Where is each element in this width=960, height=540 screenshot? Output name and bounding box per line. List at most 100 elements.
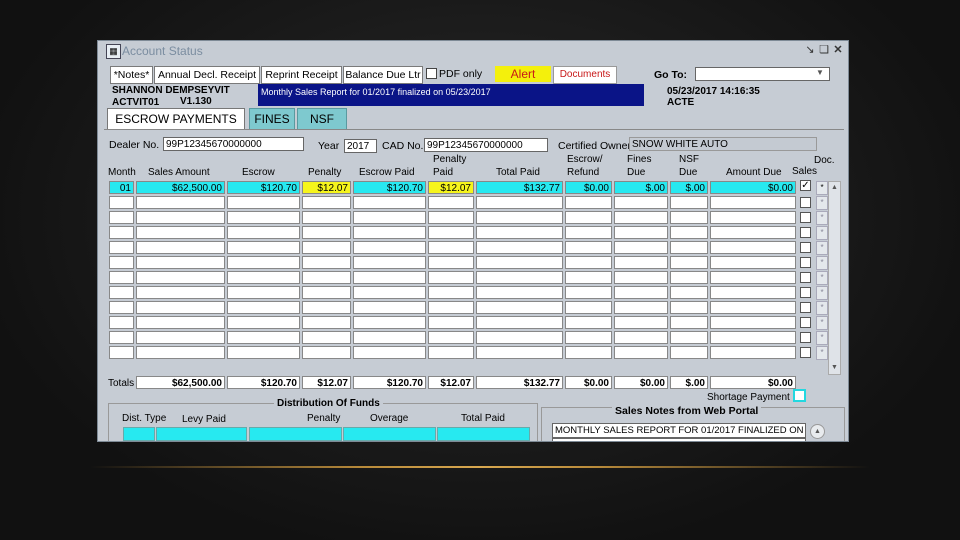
empty-cell[interactable] <box>109 331 134 344</box>
empty-cell[interactable] <box>227 211 300 224</box>
empty-cell[interactable] <box>227 226 300 239</box>
pdf-only-checkbox[interactable] <box>426 68 437 79</box>
empty-cell[interactable] <box>136 271 225 284</box>
cell-nsf-due[interactable]: $.00 <box>670 181 708 194</box>
empty-cell[interactable] <box>227 301 300 314</box>
empty-cell[interactable] <box>670 271 708 284</box>
empty-cell[interactable] <box>670 286 708 299</box>
empty-cell[interactable] <box>136 256 225 269</box>
empty-cell[interactable] <box>353 346 426 359</box>
empty-cell[interactable] <box>476 316 563 329</box>
doc-button[interactable]: * <box>816 211 828 225</box>
empty-cell[interactable] <box>670 226 708 239</box>
empty-cell[interactable] <box>614 256 668 269</box>
empty-cell[interactable] <box>614 226 668 239</box>
empty-cell[interactable] <box>565 256 612 269</box>
empty-cell[interactable] <box>428 346 474 359</box>
empty-cell[interactable] <box>710 316 796 329</box>
empty-cell[interactable] <box>136 346 225 359</box>
balance-due-button[interactable]: Balance Due Ltr <box>343 66 423 84</box>
empty-cell[interactable] <box>109 286 134 299</box>
sales-checkbox[interactable] <box>800 317 811 328</box>
empty-cell[interactable] <box>109 226 134 239</box>
empty-cell[interactable] <box>614 331 668 344</box>
sales-checkbox-checked[interactable]: ✓ <box>800 180 811 191</box>
alert-button[interactable]: Alert <box>495 66 551 82</box>
reprint-receipt-button[interactable]: Reprint Receipt <box>261 66 342 84</box>
empty-cell[interactable] <box>565 196 612 209</box>
empty-cell[interactable] <box>710 331 796 344</box>
empty-cell[interactable] <box>109 271 134 284</box>
empty-cell[interactable] <box>302 241 351 254</box>
empty-cell[interactable] <box>670 346 708 359</box>
sales-checkbox[interactable] <box>800 272 811 283</box>
empty-cell[interactable] <box>353 301 426 314</box>
empty-cell[interactable] <box>109 346 134 359</box>
notes-button[interactable]: *Notes* <box>110 66 153 84</box>
empty-cell[interactable] <box>227 271 300 284</box>
empty-cell[interactable] <box>476 256 563 269</box>
doc-button[interactable]: * <box>816 256 828 270</box>
tab-nsf[interactable]: NSF <box>297 108 347 131</box>
cell-escrow[interactable]: $120.70 <box>227 181 300 194</box>
empty-cell[interactable] <box>670 196 708 209</box>
empty-cell[interactable] <box>136 316 225 329</box>
empty-cell[interactable] <box>136 226 225 239</box>
empty-cell[interactable] <box>710 226 796 239</box>
empty-cell[interactable] <box>302 271 351 284</box>
cell-fines-due[interactable]: $.00 <box>614 181 668 194</box>
empty-cell[interactable] <box>353 226 426 239</box>
doc-button[interactable]: * <box>816 196 828 210</box>
empty-cell[interactable] <box>353 331 426 344</box>
table-scrollbar[interactable]: ▲ ▼ <box>828 181 841 375</box>
empty-cell[interactable] <box>614 196 668 209</box>
tab-escrow-payments[interactable]: ESCROW PAYMENTS <box>107 108 245 130</box>
cell-total-paid[interactable]: $132.77 <box>476 181 563 194</box>
empty-cell[interactable] <box>476 331 563 344</box>
empty-cell[interactable] <box>302 346 351 359</box>
empty-cell[interactable] <box>565 271 612 284</box>
empty-cell[interactable] <box>227 256 300 269</box>
sales-checkbox[interactable] <box>800 197 811 208</box>
empty-cell[interactable] <box>353 271 426 284</box>
empty-cell[interactable] <box>353 316 426 329</box>
cad-no-field[interactable]: 99P12345670000000 <box>424 138 548 152</box>
empty-cell[interactable] <box>109 241 134 254</box>
doc-button[interactable]: * <box>816 226 828 240</box>
empty-cell[interactable] <box>227 331 300 344</box>
empty-cell[interactable] <box>227 316 300 329</box>
empty-cell[interactable] <box>614 316 668 329</box>
sales-checkbox[interactable] <box>800 227 811 238</box>
empty-cell[interactable] <box>710 241 796 254</box>
empty-cell[interactable] <box>109 301 134 314</box>
empty-cell[interactable] <box>227 346 300 359</box>
tab-fines[interactable]: FINES <box>249 108 295 131</box>
empty-cell[interactable] <box>109 211 134 224</box>
cell-month[interactable]: 01 <box>109 181 134 194</box>
empty-cell[interactable] <box>353 241 426 254</box>
empty-cell[interactable] <box>109 196 134 209</box>
empty-cell[interactable] <box>476 286 563 299</box>
chevron-down-icon[interactable]: ▼ <box>816 68 824 77</box>
cell-amount-due[interactable]: $0.00 <box>710 181 796 194</box>
doc-button[interactable]: * <box>816 346 828 360</box>
cell-penalty[interactable]: $12.07 <box>302 181 351 194</box>
scroll-up-icon[interactable]: ▲ <box>829 182 840 193</box>
doc-button[interactable]: * <box>816 271 828 285</box>
empty-cell[interactable] <box>710 301 796 314</box>
empty-cell[interactable] <box>302 286 351 299</box>
dist-penalty-field[interactable] <box>249 427 342 441</box>
sales-checkbox[interactable] <box>800 212 811 223</box>
empty-cell[interactable] <box>302 331 351 344</box>
empty-cell[interactable] <box>710 346 796 359</box>
empty-cell[interactable] <box>428 196 474 209</box>
documents-button[interactable]: Documents <box>553 66 617 84</box>
empty-cell[interactable] <box>670 316 708 329</box>
notes-scroll-up-icon[interactable]: ▲ <box>810 424 825 439</box>
empty-cell[interactable] <box>302 196 351 209</box>
empty-cell[interactable] <box>670 331 708 344</box>
sales-checkbox[interactable] <box>800 332 811 343</box>
empty-cell[interactable] <box>302 211 351 224</box>
empty-cell[interactable] <box>428 241 474 254</box>
empty-cell[interactable] <box>565 226 612 239</box>
